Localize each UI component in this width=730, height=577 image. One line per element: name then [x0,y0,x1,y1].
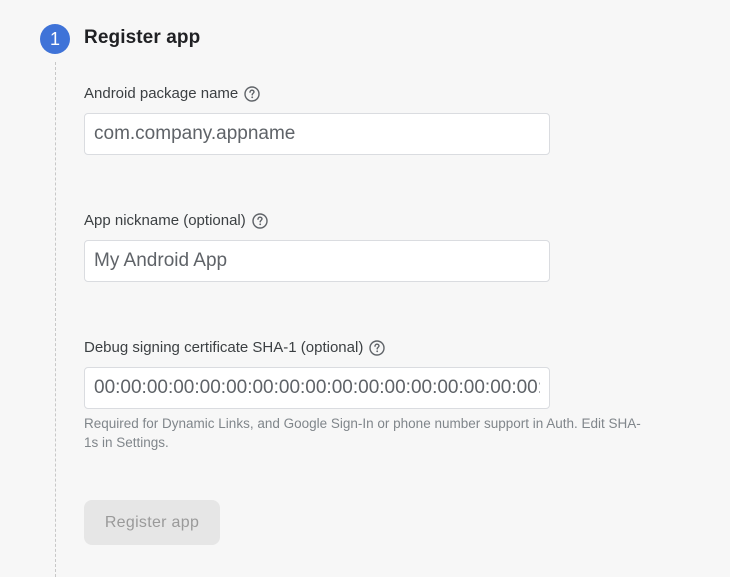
step-title: Register app [84,27,201,48]
help-circle-icon[interactable] [369,339,386,356]
sha1-input[interactable] [84,367,550,409]
package-name-input[interactable] [84,113,550,155]
sha1-label-row: Debug signing certificate SHA-1 (optiona… [84,339,386,356]
app-nickname-input[interactable] [84,240,550,282]
help-circle-icon[interactable] [244,85,260,102]
register-app-button[interactable]: Register app [84,500,220,545]
help-circle-icon[interactable] [252,212,268,229]
step-connector-line [55,62,56,577]
package-name-label: Android package name [84,85,239,102]
app-nickname-label-row: App nickname (optional) [84,212,268,229]
step-number-badge: 1 [40,24,70,54]
app-nickname-label: App nickname (optional) [84,212,246,229]
package-name-label-row: Android package name [84,85,260,102]
sha1-hint: Required for Dynamic Links, and Google S… [84,416,641,450]
sha1-label: Debug signing certificate SHA-1 (optiona… [84,339,364,356]
step-number: 1 [49,28,60,49]
